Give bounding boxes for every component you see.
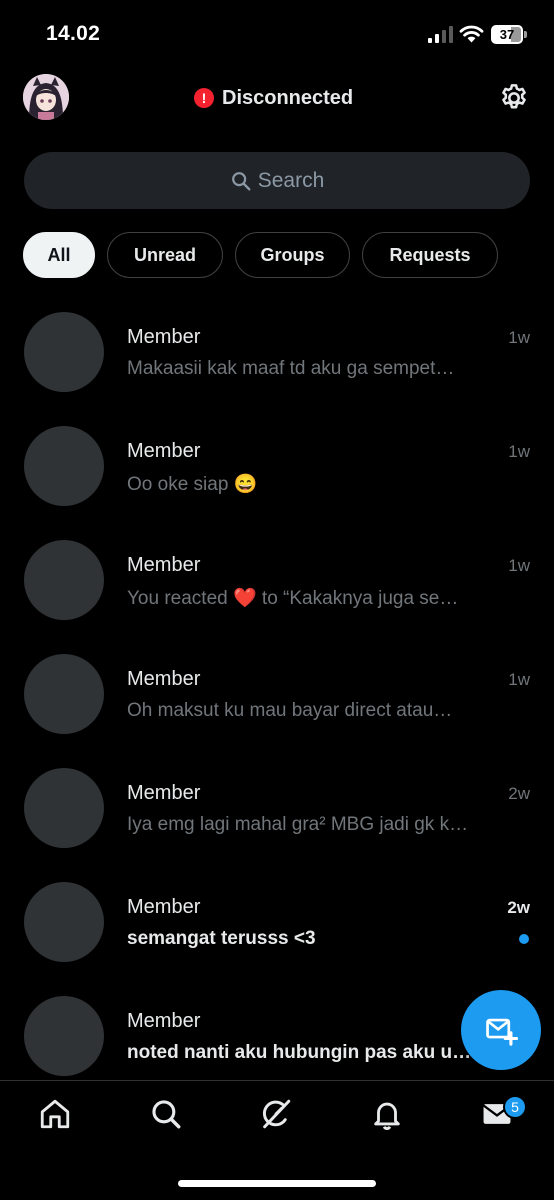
new-message-button[interactable] [461,990,541,1070]
avatar-image [23,74,69,120]
conversation-time: 1w [508,670,530,689]
conversation-item[interactable]: Member Oo oke siap 😄 1w [0,426,554,540]
search-bar[interactable]: Search [24,152,530,209]
conversation-name: Member [127,782,201,804]
conversation-avatar [24,426,104,506]
battery-icon: 37 [491,25,527,44]
conversation-item[interactable]: Member You reacted ❤️ to “Kakaknya juga … [0,540,554,654]
search-icon [231,171,251,190]
home-indicator [178,1180,376,1187]
conversation-time: 2w [507,898,530,917]
conversation-snippet: You reacted ❤️ to “Kakaknya juga se… [127,588,459,609]
status-time: 14.02 [46,22,101,45]
status-bar: 14.02 37 [0,0,554,70]
conversation-item[interactable]: Member Oh maksut ku mau bayar direct ata… [0,654,554,768]
conversation-item[interactable]: Member semangat terusss <3 2w [0,882,554,996]
filter-chip-requests[interactable]: Requests [362,232,498,278]
home-icon[interactable] [38,1097,72,1131]
bell-icon[interactable] [370,1097,404,1131]
search-placeholder: Search [257,168,325,192]
conversation-time: 1w [508,442,530,461]
grok-icon[interactable] [259,1097,293,1131]
alert-icon: ! [194,88,214,108]
conversation-time: 2w [508,784,530,803]
conversation-item[interactable]: Member Iya emg lagi mahal gra² MBG jadi … [0,768,554,882]
unread-indicator [519,934,529,944]
conversation-snippet: semangat terusss <3 [127,928,316,949]
filter-chip-groups[interactable]: Groups [235,232,350,278]
conversation-snippet: Makaasii kak maaf td aku ga sempet… [127,358,455,379]
conversation-snippet: Iya emg lagi mahal gra² MBG jadi gk k… [127,814,469,835]
connection-status-label: Disconnected [222,86,354,109]
conversation-avatar [24,996,104,1076]
filter-chip-all[interactable]: All [23,232,95,278]
conversation-time: 1w [508,556,530,575]
messages-badge: 5 [503,1095,527,1119]
conversation-item[interactable]: Member Makaasii kak maaf td aku ga sempe… [0,312,554,426]
connection-status: ! Disconnected [194,86,353,110]
conversation-name: Member [127,440,201,462]
filter-chip-unread[interactable]: Unread [107,232,223,278]
conversation-time: 1w [508,328,530,347]
conversation-avatar [24,768,104,848]
battery-level: 37 [499,27,515,42]
conversation-name: Member [127,554,201,576]
profile-avatar[interactable] [23,74,69,120]
conversation-avatar [24,312,104,392]
conversation-name: Member [127,1010,201,1032]
conversation-avatar [24,882,104,962]
conversation-snippet: noted nanti aku hubungin pas aku u… [127,1042,472,1063]
conversation-name: Member [127,326,201,348]
wifi-icon [459,25,484,43]
conversation-avatar [24,540,104,620]
conversation-snippet: Oo oke siap 😄 [127,474,258,495]
conversation-avatar [24,654,104,734]
conversation-name: Member [127,668,201,690]
search-icon[interactable] [149,1097,183,1131]
cellular-signal-icon [428,26,453,43]
conversation-snippet: Oh maksut ku mau bayar direct atau… [127,700,453,721]
conversation-name: Member [127,896,201,918]
settings-gear-icon[interactable] [498,82,530,114]
compose-mail-icon [486,1018,518,1046]
